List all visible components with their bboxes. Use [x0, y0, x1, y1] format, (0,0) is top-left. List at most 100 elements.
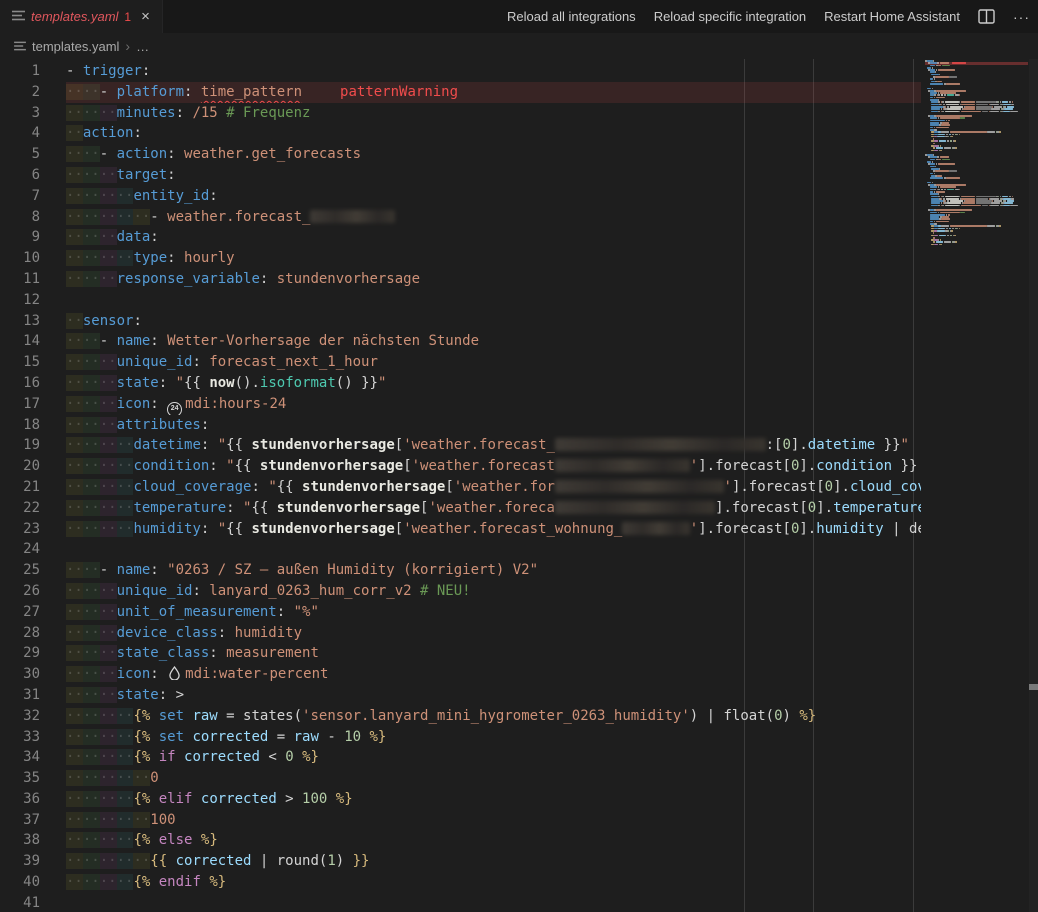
line-number: 3: [0, 103, 40, 124]
code-line[interactable]: 25····- name: "0263 / SZ – außen Humidit…: [0, 560, 921, 581]
redacted-text: [622, 522, 689, 535]
code-token: mdi:hours-24: [185, 396, 286, 412]
reload-all-integrations-button[interactable]: Reload all integrations: [507, 9, 636, 24]
code-line[interactable]: 2····- platform: time_patternpatternWarn…: [0, 82, 921, 103]
code-line[interactable]: 24: [0, 539, 921, 560]
indent-guide: ··: [66, 708, 83, 724]
code-line[interactable]: 33········{% set corrected = raw - 10 %}: [0, 727, 921, 748]
code-line[interactable]: 27······unit_of_measurement: "%": [0, 602, 921, 623]
code-token: {%: [133, 749, 158, 765]
code-token: | round(: [251, 853, 327, 869]
code-line[interactable]: 28······device_class: humidity: [0, 623, 921, 644]
editor[interactable]: 1- trigger:2····- platform: time_pattern…: [0, 59, 1038, 912]
code-token: mdi:water-percent: [185, 666, 328, 682]
code-line[interactable]: 10········type: hourly: [0, 248, 921, 269]
code-line[interactable]: 19········datetime: "{{ stundenvorhersag…: [0, 435, 921, 456]
code-token: }}: [353, 853, 370, 869]
code-token: =: [268, 729, 293, 745]
tab-title: templates.yaml: [31, 9, 118, 24]
restart-home-assistant-button[interactable]: Restart Home Assistant: [824, 9, 960, 24]
code-token: :: [150, 396, 167, 412]
indent-guide: ··: [100, 749, 117, 765]
code-line[interactable]: 29······state_class: measurement: [0, 643, 921, 664]
code-line[interactable]: 8··········- weather.forecast_: [0, 207, 921, 228]
code-line[interactable]: 41: [0, 893, 921, 912]
code-line[interactable]: 11······response_variable: stundenvorher…: [0, 269, 921, 290]
code-line[interactable]: 15······unique_id: forecast_next_1_hour: [0, 352, 921, 373]
code-token: ].: [799, 521, 816, 537]
line-number: 35: [0, 768, 40, 789]
reload-specific-integration-button[interactable]: Reload specific integration: [654, 9, 806, 24]
code-token: >: [277, 791, 302, 807]
code-token: if: [159, 749, 184, 765]
tab-templates-yaml[interactable]: templates.yaml 1 ×: [0, 0, 163, 33]
breadcrumb-file[interactable]: templates.yaml: [32, 39, 119, 54]
code-line[interactable]: 17······icon: 24mdi:hours-24: [0, 394, 921, 415]
code-line[interactable]: 20········condition: "{{ stundenvorhersa…: [0, 456, 921, 477]
code-line[interactable]: 34········{% if corrected < 0 %}: [0, 747, 921, 768]
indent-guide: ··: [100, 791, 117, 807]
code-token: :: [184, 84, 201, 100]
code-line[interactable]: 12: [0, 290, 921, 311]
breadcrumb-more[interactable]: …: [136, 39, 149, 54]
code-line[interactable]: 36········{% elif corrected > 100 %}: [0, 789, 921, 810]
code-line[interactable]: 1- trigger:: [0, 61, 921, 82]
line-number: 4: [0, 123, 40, 144]
code-token: :: [176, 105, 193, 121]
indent-guide: ··: [117, 770, 134, 786]
indent-guide: ··: [100, 666, 117, 682]
code-line[interactable]: 37··········100: [0, 810, 921, 831]
code-token: = states(: [218, 708, 302, 724]
code-line[interactable]: 35··········0: [0, 768, 921, 789]
close-icon[interactable]: ×: [141, 9, 150, 24]
code-line[interactable]: 23········humidity: "{{ stundenvorhersag…: [0, 519, 921, 540]
code-line[interactable]: 4··action:: [0, 123, 921, 144]
indent-guide: ··: [100, 375, 117, 391]
code-line[interactable]: 26······unique_id: lanyard_0263_hum_corr…: [0, 581, 921, 602]
code-token: measurement: [226, 645, 319, 661]
code-line[interactable]: 31······state: >: [0, 685, 921, 706]
code-line[interactable]: 30······icon: mdi:water-percent: [0, 664, 921, 685]
more-actions-button[interactable]: ···: [1013, 9, 1030, 25]
code-token: -: [100, 84, 117, 100]
code-token: -: [100, 562, 117, 578]
indent-guide: ··: [66, 313, 83, 329]
code-line[interactable]: 21········cloud_coverage: "{{ stundenvor…: [0, 477, 921, 498]
code-line[interactable]: 38········{% else %}: [0, 830, 921, 851]
code-area[interactable]: 1- trigger:2····- platform: time_pattern…: [0, 59, 1038, 912]
code-token: /15: [192, 105, 226, 121]
code-line[interactable]: 9······data:: [0, 227, 921, 248]
indent-guide: ··: [66, 521, 83, 537]
code-line[interactable]: 6······target:: [0, 165, 921, 186]
code-line[interactable]: 16······state: "{{ now().isoformat() }}": [0, 373, 921, 394]
code-token: 1: [327, 853, 335, 869]
code-line[interactable]: 5····- action: weather.get_forecasts: [0, 144, 921, 165]
code-line[interactable]: 7········entity_id:: [0, 186, 921, 207]
indent-guide: ··: [66, 625, 83, 641]
indent-guide: ··: [117, 853, 134, 869]
code-line[interactable]: 32········{% set raw = states('sensor.la…: [0, 706, 921, 727]
line-number: 5: [0, 144, 40, 165]
code-line[interactable]: 40········{% endif %}: [0, 872, 921, 893]
code-token: corrected: [184, 749, 260, 765]
code-line[interactable]: 22········temperature: "{{ stundenvorher…: [0, 498, 921, 519]
indent-guide: ··: [133, 770, 150, 786]
code-line[interactable]: 3······minutes: /15 # Frequenz: [0, 103, 921, 124]
indent-guide: ··: [66, 604, 83, 620]
code-line[interactable]: 39··········{{ corrected | round(1) }}: [0, 851, 921, 872]
indent-guide: ··: [83, 333, 100, 349]
indent-guide: ··: [133, 812, 150, 828]
scrollbar[interactable]: [1029, 59, 1038, 912]
indent-guide: ··: [117, 250, 134, 266]
indent-guide: ··: [66, 375, 83, 391]
line-number: 11: [0, 269, 40, 290]
breadcrumb: templates.yaml › …: [0, 33, 1038, 59]
line-number: 27: [0, 602, 40, 623]
code-token: ].forecast[: [732, 479, 825, 495]
code-token: %}: [370, 729, 387, 745]
split-editor-icon[interactable]: [978, 9, 995, 24]
code-line[interactable]: 13··sensor:: [0, 311, 921, 332]
code-line[interactable]: 14····- name: Wetter-Vorhersage der näch…: [0, 331, 921, 352]
minimap[interactable]: [925, 60, 1028, 248]
code-line[interactable]: 18······attributes:: [0, 415, 921, 436]
